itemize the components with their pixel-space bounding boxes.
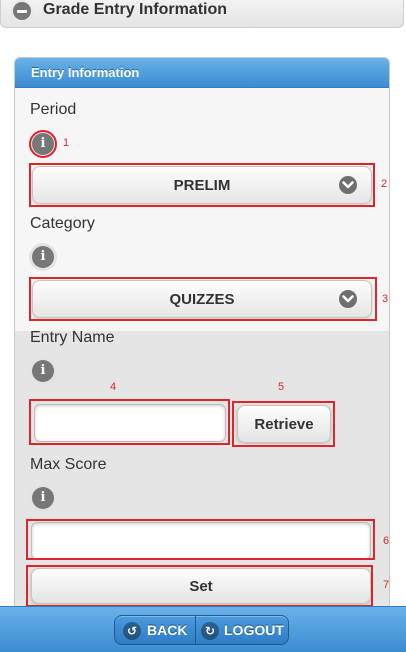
category-select[interactable]: QUIZZES xyxy=(32,280,372,318)
annotation-label-7: 7 xyxy=(383,579,390,591)
retrieve-button[interactable]: Retrieve xyxy=(237,405,331,443)
entry-name-label: Entry Name xyxy=(30,329,115,346)
category-label: Category xyxy=(30,215,95,232)
back-label: BACK xyxy=(147,622,188,638)
chevron-down-icon xyxy=(339,290,357,308)
footer-bar: ↺ BACK ↻ LOGOUT xyxy=(0,606,406,652)
period-select[interactable]: PRELIM xyxy=(32,166,372,204)
entry-name-info-icon[interactable]: i xyxy=(32,360,54,382)
annotation-label-3: 3 xyxy=(382,293,389,305)
panel-title: Entry Information xyxy=(15,58,389,88)
annotation-label-4: 4 xyxy=(110,381,117,393)
entry-name-input[interactable] xyxy=(34,404,226,442)
annotation-label-5: 5 xyxy=(278,381,285,393)
logout-button[interactable]: ↻ LOGOUT xyxy=(196,616,288,644)
category-info-icon[interactable]: i xyxy=(32,246,54,268)
minus-icon xyxy=(13,2,31,20)
logout-label: LOGOUT xyxy=(224,622,284,638)
max-score-input[interactable] xyxy=(31,522,371,560)
footer-nav-group: ↺ BACK ↻ LOGOUT xyxy=(114,615,289,645)
annotation-label-1: 1 xyxy=(63,137,70,149)
period-select-value: PRELIM xyxy=(173,177,231,194)
period-info-icon[interactable]: i xyxy=(32,133,54,155)
max-score-label: Max Score xyxy=(30,456,107,473)
period-label: Period xyxy=(30,101,77,118)
collapsible-title: Grade Entry Information xyxy=(43,1,228,18)
logout-icon: ↻ xyxy=(201,622,219,640)
annotation-label-6: 6 xyxy=(383,535,390,547)
annotation-label-2: 2 xyxy=(381,178,388,190)
collapsible-header[interactable]: Grade Entry Information xyxy=(0,0,404,28)
set-button[interactable]: Set xyxy=(31,568,371,604)
max-score-info-icon[interactable]: i xyxy=(32,487,54,509)
back-button[interactable]: ↺ BACK xyxy=(115,616,196,644)
category-select-value: QUIZZES xyxy=(169,291,235,308)
chevron-down-icon xyxy=(339,176,357,194)
back-icon: ↺ xyxy=(123,622,141,640)
